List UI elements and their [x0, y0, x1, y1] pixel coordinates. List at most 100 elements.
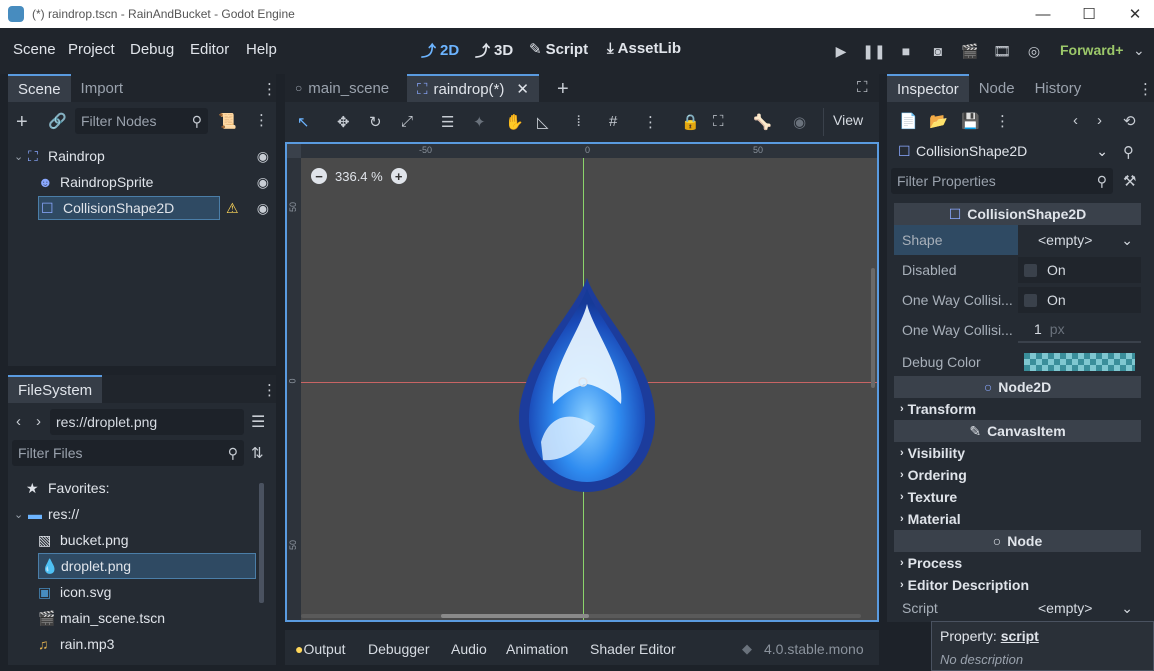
tab-main-scene[interactable]: ○ main_scene — [285, 74, 399, 102]
zoom-out-icon[interactable]: − — [311, 168, 327, 184]
view-menu-button[interactable]: View — [833, 112, 863, 128]
group-process[interactable]: › Process — [894, 552, 1141, 574]
update-spinner-icon[interactable]: ◆ — [742, 641, 752, 657]
smart-snap-icon[interactable]: ⦙ — [577, 113, 580, 130]
forward-arrow-icon[interactable]: › — [36, 413, 41, 430]
visibility-eye-icon[interactable]: ◉ — [257, 200, 269, 217]
scene-tree-menu-icon[interactable]: ⋮ — [254, 111, 269, 129]
tab-audio[interactable]: Audio — [451, 641, 487, 657]
add-node-icon[interactable]: + — [16, 111, 28, 134]
play-scene-icon[interactable]: 🎬 — [958, 39, 982, 63]
object-history-icon[interactable]: ⟲ — [1123, 112, 1136, 130]
save-resource-icon[interactable]: 💾 — [961, 112, 980, 130]
one-way-margin-spinbox[interactable]: 1 px — [1018, 317, 1141, 343]
group-texture[interactable]: › Texture — [894, 486, 1141, 508]
visibility-eye-icon[interactable]: ◉ — [257, 174, 269, 191]
back-arrow-icon[interactable]: ‹ — [16, 413, 21, 430]
list-select-icon[interactable]: ☰ — [441, 113, 454, 131]
file-item[interactable]: ▣ icon.svg — [38, 579, 111, 605]
attach-script-icon[interactable]: 📜 — [218, 112, 237, 130]
tab-filesystem[interactable]: FileSystem — [8, 375, 103, 403]
tab-animation[interactable]: Animation — [506, 641, 568, 657]
debug-color-swatch[interactable] — [1024, 353, 1135, 371]
maximize-icon[interactable]: ☐ — [1066, 0, 1112, 28]
group-transform[interactable]: › Transform — [894, 398, 1141, 420]
skeleton-icon[interactable]: 🦴 — [753, 113, 772, 131]
split-view-icon[interactable]: ☰ — [251, 412, 265, 432]
distraction-free-icon[interactable]: ⛶ — [857, 79, 868, 96]
group-material[interactable]: › Material — [894, 508, 1141, 530]
instance-scene-icon[interactable]: 🔗 — [48, 112, 67, 130]
group-editor-description[interactable]: › Editor Description — [894, 574, 1141, 596]
file-item-selected[interactable]: 💧 droplet.png — [38, 553, 256, 579]
pivot-icon[interactable]: ✦ — [473, 113, 486, 131]
res-root-row[interactable]: ⌄ ▬ res:// — [14, 501, 79, 527]
rotate-mode-icon[interactable]: ↻ — [369, 113, 382, 131]
favorites-row[interactable]: ★ Favorites: — [26, 475, 109, 501]
tab-shader-editor[interactable]: Shader Editor — [590, 641, 676, 657]
shape-value-select[interactable]: <empty> ⌄ — [1018, 232, 1141, 249]
tree-node-raindropsprite[interactable]: ☻ RaindropSprite ◉ — [38, 169, 269, 195]
select-mode-icon[interactable]: ↖ — [297, 113, 310, 131]
tree-node-collisionshape2d[interactable]: ☐ CollisionShape2D ⚠ ◉ — [38, 195, 269, 221]
collapse-chevron-icon[interactable]: ⌄ — [14, 150, 28, 163]
dock-menu-icon[interactable]: ⋮ — [1138, 80, 1153, 98]
pan-mode-icon[interactable]: ✋ — [505, 113, 524, 131]
warning-icon[interactable]: ⚠ — [226, 200, 239, 217]
tab-history[interactable]: History — [1025, 74, 1092, 102]
new-tab-icon[interactable]: + — [557, 78, 569, 101]
tab-import[interactable]: Import — [71, 74, 134, 102]
tab-output[interactable]: ●Output — [295, 641, 346, 657]
movie-maker-icon[interactable]: ◎ — [1022, 39, 1046, 63]
path-field[interactable]: res://droplet.png — [50, 409, 244, 435]
pause-icon[interactable]: ❚❚ — [862, 39, 886, 63]
history-back-icon[interactable]: ‹ — [1073, 112, 1078, 129]
minimize-icon[interactable]: — — [1020, 0, 1066, 28]
horizontal-scrollbar[interactable] — [441, 614, 589, 618]
filter-properties-input[interactable]: Filter Properties ⚲ — [891, 168, 1113, 194]
tab-debugger[interactable]: Debugger — [368, 641, 430, 657]
sort-icon[interactable]: ⇅ — [251, 444, 264, 462]
node-selector[interactable]: ☐ CollisionShape2D ⌄ — [892, 138, 1112, 164]
property-settings-icon[interactable]: ⚒ — [1123, 172, 1136, 190]
menu-debug[interactable]: Debug — [130, 41, 174, 58]
zoom-in-icon[interactable]: + — [390, 168, 407, 184]
new-resource-icon[interactable]: 📄 — [899, 112, 918, 130]
script-value-select[interactable]: <empty> ⌄ — [1018, 600, 1141, 617]
file-item[interactable]: ♫ rain.mp3 — [38, 631, 114, 657]
scrollbar[interactable] — [259, 483, 264, 603]
renderer-chevron-down-icon[interactable]: ⌄ — [1133, 42, 1145, 59]
close-tab-icon[interactable]: ✕ — [516, 80, 529, 98]
snap-options-icon[interactable]: ⋮ — [643, 113, 658, 131]
tab-raindrop[interactable]: ⛶ raindrop(*) ✕ — [407, 74, 539, 102]
viewport-2d[interactable]: -50 0 50 50 0 50 − 336.4 % + — [285, 142, 879, 622]
filter-nodes-input[interactable]: Filter Nodes ⚲ — [75, 108, 208, 134]
group-ordering[interactable]: › Ordering — [894, 464, 1141, 486]
stop-icon[interactable]: ■ — [894, 39, 918, 63]
tab-scene[interactable]: Scene — [8, 74, 71, 102]
menu-editor[interactable]: Editor — [190, 41, 229, 58]
filter-files-input[interactable]: Filter Files ⚲ — [12, 440, 244, 466]
visibility-eye-icon[interactable]: ◉ — [257, 148, 269, 165]
dock-menu-icon[interactable]: ⋮ — [262, 80, 277, 98]
grid-snap-icon[interactable]: # — [609, 113, 617, 130]
tab-inspector[interactable]: Inspector — [887, 74, 969, 102]
workspace-script-button[interactable]: ✎ Script — [529, 40, 588, 59]
move-mode-icon[interactable]: ✥ — [337, 113, 350, 131]
camera-icon[interactable]: ◉ — [793, 113, 806, 131]
vertical-scrollbar[interactable] — [871, 268, 875, 388]
file-item[interactable]: ▧ bucket.png — [38, 527, 256, 553]
history-forward-icon[interactable]: › — [1097, 112, 1102, 129]
file-item[interactable]: 🎬 main_scene.tscn — [38, 605, 165, 631]
resource-menu-icon[interactable]: ⋮ — [995, 112, 1010, 130]
scale-mode-icon[interactable]: ⤢ — [401, 113, 413, 130]
zoom-level[interactable]: 336.4 % — [335, 169, 383, 184]
renderer-select[interactable]: Forward+ — [1060, 42, 1123, 58]
group-icon[interactable]: ⛶ — [713, 113, 724, 130]
group-visibility[interactable]: › Visibility — [894, 442, 1141, 464]
lock-icon[interactable]: 🔒 — [681, 113, 700, 131]
play-custom-scene-icon[interactable]: 🎞 — [990, 39, 1014, 63]
menu-help[interactable]: Help — [246, 41, 277, 58]
remote-debug-icon[interactable]: ◙ — [926, 39, 950, 63]
ruler-mode-icon[interactable]: ◺ — [537, 113, 549, 131]
